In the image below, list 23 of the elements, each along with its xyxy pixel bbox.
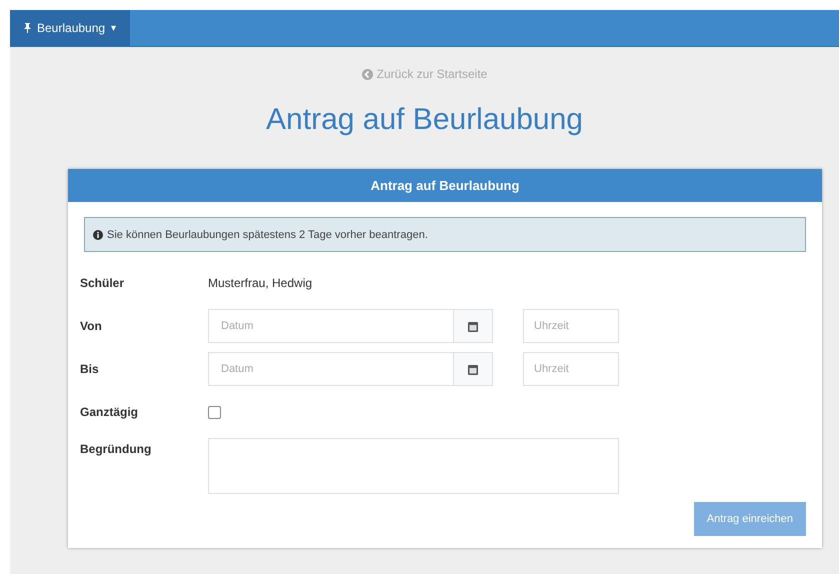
time-field[interactable]: Uhrzeit xyxy=(523,352,619,386)
calendar-icon xyxy=(468,364,478,374)
field-value: Musterfrau, Hedwig xyxy=(208,276,312,290)
alert-text: Sie können Beurlaubungen spätestens 2 Tage vorher beantragen. xyxy=(107,228,428,240)
checkbox[interactable] xyxy=(208,406,221,418)
field-label: Bis xyxy=(80,362,100,376)
info-icon xyxy=(93,230,103,240)
time-field[interactable]: Uhrzeit xyxy=(523,309,619,343)
caret-icon: ▾ xyxy=(111,22,116,34)
field-label: Ganztägig xyxy=(80,405,140,419)
calendar-addon[interactable] xyxy=(453,309,493,343)
calendar-icon xyxy=(468,320,478,332)
date-field[interactable]: Datum xyxy=(208,309,453,343)
field-label: Von xyxy=(80,319,103,333)
back-link[interactable]: Zurück zur Startseite xyxy=(362,67,488,81)
nav-menu-button[interactable]: Beurlaubung ▾ xyxy=(10,10,130,46)
field-label: Schüler xyxy=(80,276,126,290)
field-label: Begründung xyxy=(80,441,152,456)
date-field[interactable]: Datum xyxy=(208,352,453,386)
calendar-addon[interactable] xyxy=(453,352,493,386)
panel-heading: Antrag auf Beurlaubung xyxy=(68,169,822,202)
page-title: Antrag auf Beurlaubung xyxy=(266,103,583,137)
pin-icon xyxy=(24,23,31,33)
